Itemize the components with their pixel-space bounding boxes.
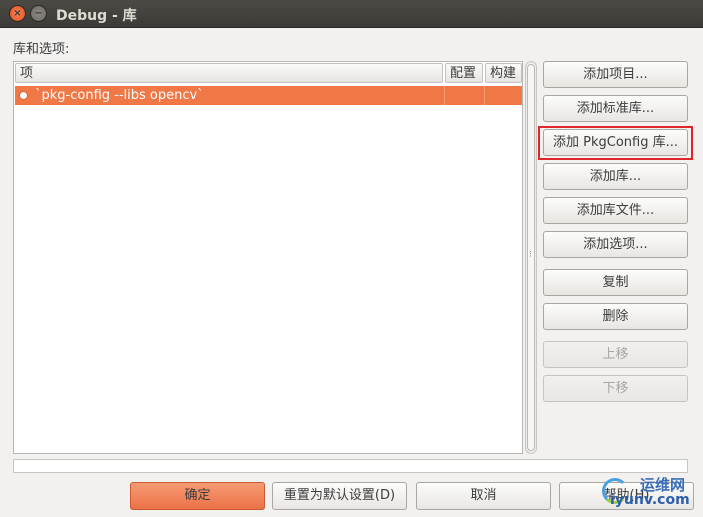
- reset-defaults-button[interactable]: 重置为默认设置(D): [272, 482, 407, 510]
- scrollbar-thumb[interactable]: ⁝: [527, 64, 535, 451]
- column-header-item[interactable]: 项: [15, 63, 443, 83]
- add-item-button[interactable]: 添加项目...: [543, 61, 688, 88]
- add-standard-library-button[interactable]: 添加标准库...: [543, 95, 688, 122]
- column-header-config[interactable]: 配置: [445, 63, 483, 83]
- add-option-button[interactable]: 添加选项...: [543, 231, 688, 258]
- list-header: 项 配置 构建: [14, 62, 522, 85]
- close-window-button[interactable]: ×: [9, 5, 26, 22]
- ok-button[interactable]: 确定: [130, 482, 265, 510]
- watermark-subtext: iyunv.com: [610, 492, 690, 508]
- add-library-button[interactable]: 添加库...: [543, 163, 688, 190]
- column-header-build[interactable]: 构建: [485, 63, 522, 83]
- title-bar: × − Debug - 库: [0, 0, 703, 28]
- window-title: Debug - 库: [56, 8, 137, 24]
- library-list[interactable]: 项 配置 构建 `pkg-config --libs opencv`: [13, 61, 523, 454]
- library-dialog: × − Debug - 库 库和选项: 项 配置 构建 `pkg-config …: [0, 0, 703, 517]
- minimize-window-button[interactable]: −: [30, 5, 47, 22]
- list-item-label: `pkg-config --libs opencv`: [35, 88, 204, 103]
- column-divider: [484, 86, 485, 105]
- radio-dot-icon: [19, 91, 28, 100]
- cancel-button[interactable]: 取消: [416, 482, 551, 510]
- libraries-and-options-label: 库和选项:: [13, 42, 70, 57]
- column-divider: [444, 86, 445, 105]
- add-library-file-button[interactable]: 添加库文件...: [543, 197, 688, 224]
- status-strip: [13, 459, 688, 473]
- list-item[interactable]: `pkg-config --libs opencv`: [15, 86, 522, 105]
- vertical-scrollbar[interactable]: ⁝: [525, 61, 537, 454]
- highlight-annotation-box: [538, 126, 693, 160]
- grip-icon: ⁝: [529, 250, 532, 260]
- move-down-button[interactable]: 下移: [543, 375, 688, 402]
- move-up-button[interactable]: 上移: [543, 341, 688, 368]
- copy-button[interactable]: 复制: [543, 269, 688, 296]
- delete-button[interactable]: 删除: [543, 303, 688, 330]
- watermark-logo: 运维网 iyunv.com: [600, 474, 700, 514]
